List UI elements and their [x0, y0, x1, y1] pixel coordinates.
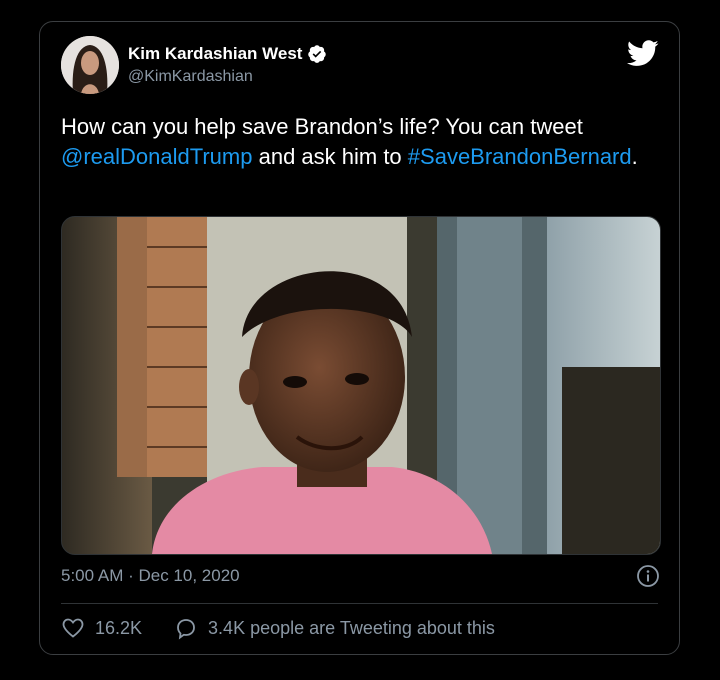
tweet-card[interactable]: Kim Kardashian West @KimKardashian How c…: [39, 21, 680, 655]
author-display-name[interactable]: Kim Kardashian West: [128, 44, 302, 64]
reply-bubble-icon: [177, 619, 195, 640]
author-avatar[interactable]: [61, 36, 119, 94]
twitter-bird-icon[interactable]: [626, 40, 659, 67]
divider: [61, 603, 658, 604]
tweet-photo[interactable]: [61, 216, 661, 555]
author-handle[interactable]: @KimKardashian: [128, 68, 253, 86]
info-icon[interactable]: [636, 564, 660, 588]
like-count: 16.2K: [95, 617, 143, 638]
tweet-text-segment: How can you help save Brandon’s life? Yo…: [61, 114, 583, 139]
tweet-timestamp[interactable]: 5:00 AM · Dec 10, 2020: [61, 566, 240, 586]
tweet-text: How can you help save Brandon’s life? Yo…: [61, 112, 661, 172]
tweet-text-segment: and ask him to: [252, 144, 408, 169]
verified-badge-icon: [307, 44, 327, 64]
hashtag-link[interactable]: #SaveBrandonBernard: [408, 144, 632, 169]
tweet-text-segment: .: [631, 144, 638, 169]
heart-icon: [62, 618, 84, 638]
mention-link[interactable]: @realDonaldTrump: [61, 144, 252, 169]
like-button[interactable]: 16.2K: [61, 616, 142, 640]
conversation-link[interactable]: 3.4K people are Tweeting about this: [174, 616, 495, 640]
conversation-text: 3.4K people are Tweeting about this: [208, 617, 495, 638]
